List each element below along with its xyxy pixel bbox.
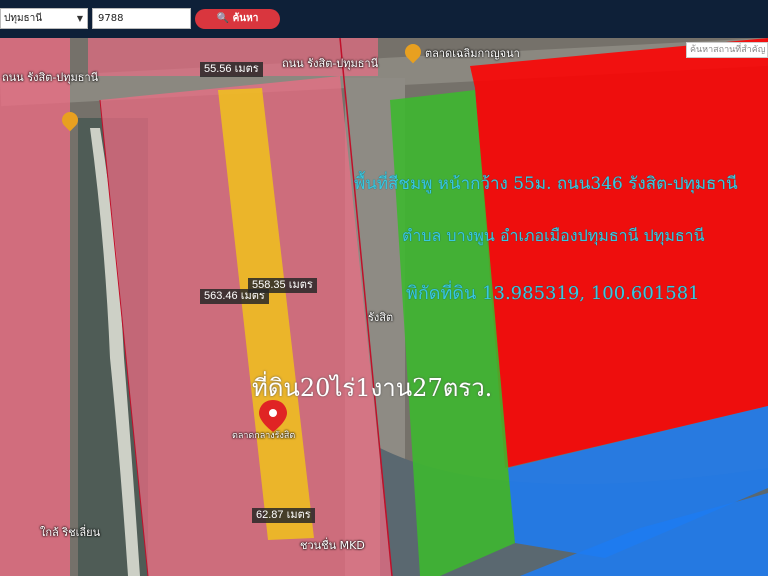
measurement-right-length: 558.35 เมตร <box>248 278 317 293</box>
red-zone <box>470 38 768 468</box>
location-pin-dot <box>269 409 277 417</box>
measurement-bottom-width: 62.87 เมตร <box>252 508 315 523</box>
chevron-down-icon: ▼ <box>76 14 83 23</box>
search-icon: 🔍 <box>216 13 230 24</box>
place-label: ตลาดเฉลิมกาญจนา <box>425 47 520 60</box>
search-button-label: ค้นหา <box>232 13 259 24</box>
map-canvas <box>0 38 768 576</box>
map-view[interactable]: ค้นหาสถานที่สำคัญ ถนน รังสิต-ปทุมธานี ถน… <box>0 38 768 576</box>
road-label: ถนน รังสิต-ปทุมธานี <box>2 71 99 84</box>
search-button[interactable]: 🔍 ค้นหา <box>195 9 280 29</box>
pin-caption: ตลาดกลางรังสิต <box>232 431 296 441</box>
parcel-number-input[interactable]: 9788 <box>92 8 191 29</box>
place-label: ใกล้ ริชเลี่ยน <box>40 526 101 539</box>
annotation-line-3: พิกัดที่ดิน 13.985319, 100.601581 <box>406 283 700 304</box>
road-label: ถนน รังสิต-ปทุมธานี <box>282 57 379 70</box>
annotation-line-2: ตำบล บางพูน อำเภอเมืองปทุมธานี ปทุมธานี <box>402 226 705 245</box>
top-toolbar: ปทุมธานี ▼ 9788 🔍 ค้นหา <box>0 0 768 38</box>
place-label: รังสิต <box>368 311 394 324</box>
pink-zone-left <box>0 38 70 576</box>
place-label: ชวนชื่น MKD <box>300 539 365 552</box>
province-select[interactable]: ปทุมธานี ▼ <box>0 8 88 29</box>
land-size-label: ที่ดิน20ไร่1งาน27ตรว. <box>252 374 493 402</box>
annotation-line-1: พื้นที่สีชมพู หน้ากว้าง 55ม. ถนน346 รังส… <box>354 174 738 194</box>
measurement-top-width: 55.56 เมตร <box>200 62 263 77</box>
map-search-input[interactable]: ค้นหาสถานที่สำคัญ <box>686 42 768 58</box>
province-select-value: ปทุมธานี <box>4 13 43 24</box>
